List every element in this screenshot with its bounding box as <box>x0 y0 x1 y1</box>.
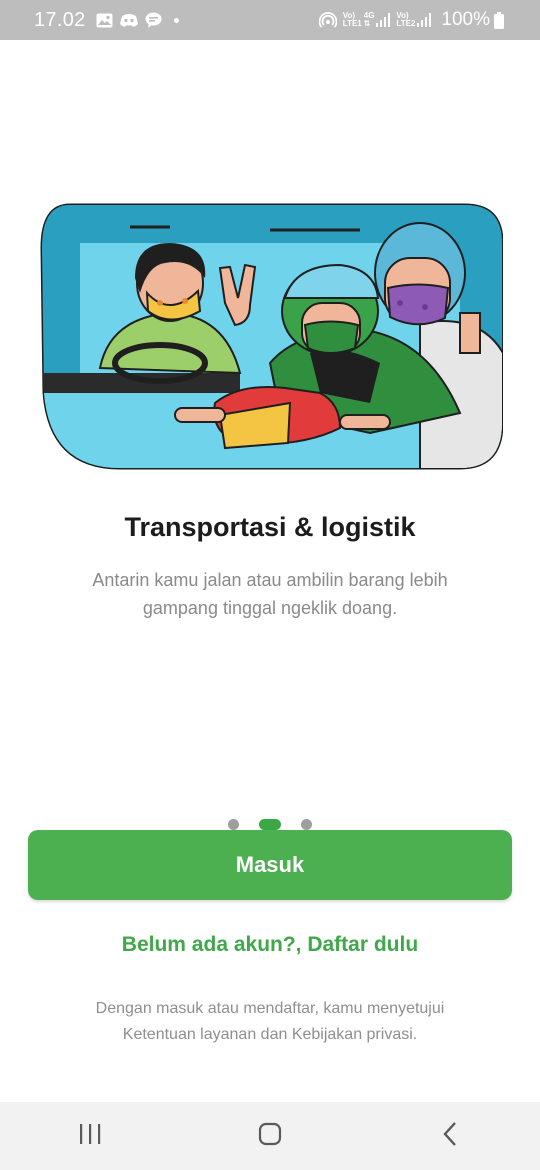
back-button[interactable] <box>420 1111 480 1161</box>
signal-sim1-icon <box>376 13 391 27</box>
terms-text: Dengan masuk atau mendaftar, kamu menyet… <box>95 1000 445 1043</box>
battery-percent: 100% <box>441 9 490 30</box>
network-type-label: 4G ⇅ <box>364 12 375 28</box>
recent-apps-button[interactable] <box>60 1111 120 1161</box>
page-indicator <box>0 818 540 830</box>
status-right: Vo) LTE1 4G ⇅ Vo) LTE2 100% <box>318 9 510 31</box>
chat-icon <box>145 12 162 28</box>
page-dot-1[interactable] <box>228 818 239 830</box>
sim2-label: Vo) LTE2 <box>396 12 415 28</box>
onboarding-description: Antarin kamu jalan atau ambilin barang l… <box>92 570 448 618</box>
sim2-lte-label: LTE2 <box>396 19 416 28</box>
status-bar: 17.02 Vo) LTE1 4G ⇅ Vo) LTE2 100% <box>0 0 540 40</box>
hotspot-icon <box>318 11 337 29</box>
page-dot-2-active[interactable] <box>259 818 281 830</box>
sim1-label: Vo) LTE1 <box>343 12 362 28</box>
battery-icon <box>494 11 504 29</box>
signal-sim2-icon <box>417 13 432 27</box>
recent-apps-icon <box>78 1123 102 1150</box>
page-dot-3[interactable] <box>301 818 312 830</box>
gallery-icon <box>96 13 113 28</box>
home-button[interactable] <box>240 1111 300 1161</box>
discord-icon <box>119 13 139 28</box>
transport-illustration <box>40 203 504 470</box>
system-nav-bar <box>0 1102 540 1170</box>
status-left: 17.02 <box>34 9 179 32</box>
data-arrows-icon: ⇅ <box>363 19 371 28</box>
sim1-lte-label: LTE1 <box>342 19 362 28</box>
login-button[interactable]: Masuk <box>28 830 512 900</box>
status-time: 17.02 <box>34 8 86 31</box>
home-icon <box>258 1122 282 1151</box>
notification-dot-icon <box>173 17 179 23</box>
back-icon <box>442 1121 458 1152</box>
onboarding-title: Transportasi & logistik <box>124 512 416 542</box>
register-link[interactable]: Belum ada akun?, Daftar dulu <box>0 933 540 957</box>
